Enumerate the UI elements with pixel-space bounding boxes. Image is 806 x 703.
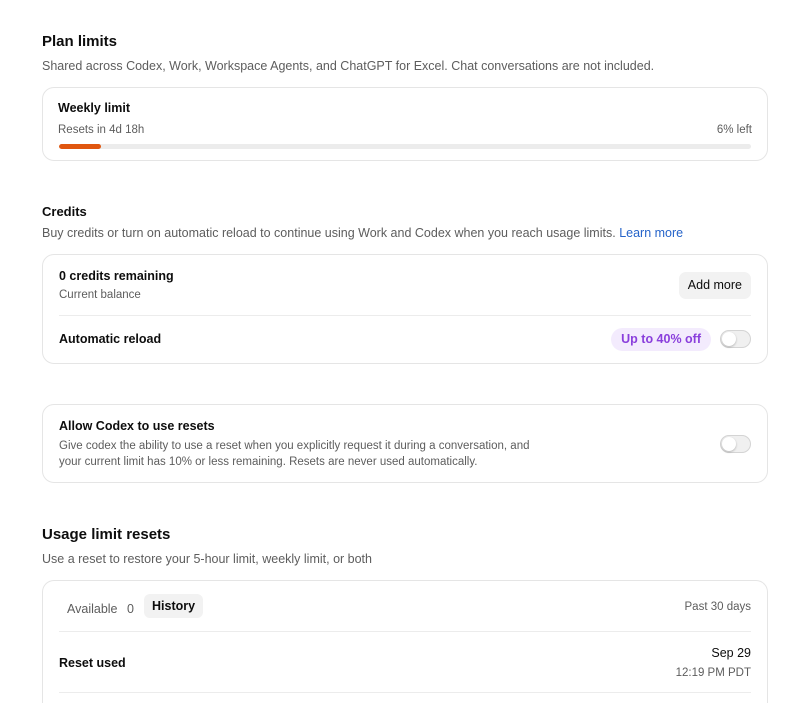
credits-description: Buy credits or turn on automatic reload … [42,226,683,240]
plan-limits-description: Shared across Codex, Work, Workspace Age… [42,59,655,73]
credits-description-text: Buy credits or turn on automatic reload … [42,226,616,240]
credits-title: Credits [42,204,87,219]
weekly-limit-progress-bar [59,144,751,149]
codex-resets-description-line2: your current limit has 10% or less remai… [59,456,478,468]
discount-badge: Up to 40% off [611,328,711,351]
tab-available-label: Available [67,602,118,616]
usage-resets-title: Usage limit resets [42,526,171,543]
tab-available-count: 0 [126,602,134,616]
tab-history[interactable]: History [144,594,204,618]
usage-settings-page: Plan limits Shared across Codex, Work, W… [0,0,806,703]
tab-available[interactable]: Available 0 [67,600,134,618]
history-row-date: Sep 29 [711,646,751,660]
codex-resets-toggle[interactable] [720,435,751,453]
codex-resets-title: Allow Codex to use resets [59,419,215,433]
add-more-button[interactable]: Add more [678,272,751,299]
plan-limits-title: Plan limits [42,33,118,50]
toggle-knob [722,332,736,346]
credits-card: 0 credits remaining Current balance Add … [42,254,768,364]
usage-resets-card: Available 0 History Past 30 days Reset u… [42,580,768,703]
weekly-limit-label: Weekly limit [58,101,131,115]
credits-balance-subtitle: Current balance [59,289,141,301]
usage-resets-description: Use a reset to restore your 5-hour limit… [42,552,372,566]
automatic-reload-label: Automatic reload [59,332,162,346]
weekly-limit-remaining: 6% left [716,124,752,136]
credits-divider [59,315,751,316]
history-row-divider [59,692,751,693]
credits-balance-title: 0 credits remaining [59,269,174,283]
history-divider [59,631,751,632]
history-row-label: Reset used [59,656,126,670]
history-row-time: 12:19 PM PDT [675,667,751,679]
history-period: Past 30 days [684,601,751,613]
toggle-knob [722,437,736,451]
weekly-limit-reset-time: Resets in 4d 18h [58,124,145,136]
weekly-limit-progress-fill [59,144,101,149]
automatic-reload-toggle[interactable] [720,330,751,348]
weekly-limit-card: Weekly limit Resets in 4d 18h 6% left [42,87,768,161]
learn-more-link[interactable]: Learn more [619,226,683,240]
codex-resets-description-line1: Give codex the ability to use a reset wh… [59,440,530,452]
codex-resets-card: Allow Codex to use resets Give codex the… [42,404,768,483]
